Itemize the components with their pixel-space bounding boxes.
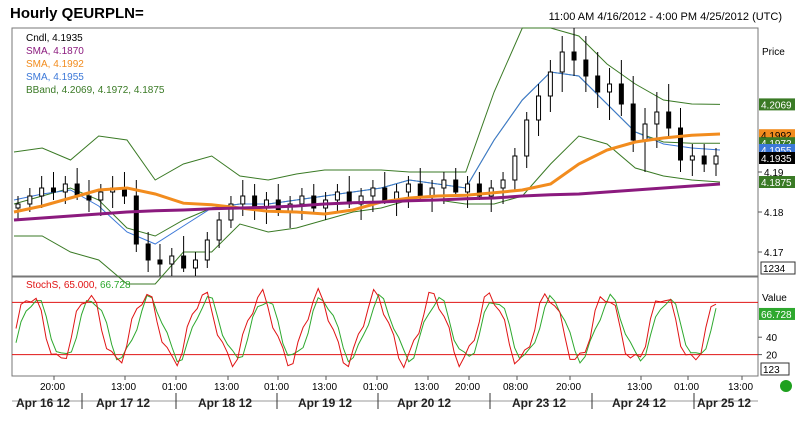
x-time-label: 13:00 <box>414 382 439 393</box>
date-range: 11:00 AM 4/16/2012 - 4:00 PM 4/25/2012 (… <box>548 11 782 23</box>
candle-body <box>62 183 68 193</box>
stoch-legend-part: 65.000, <box>64 280 100 291</box>
candle-body <box>405 183 411 193</box>
candle-body <box>204 239 210 261</box>
x-time-label: 01:00 <box>674 382 699 393</box>
x-time-label: 08:00 <box>503 382 528 393</box>
x-time-label: 20:00 <box>556 382 581 393</box>
chart-title: Hourly QEURPLN= <box>10 5 144 22</box>
candle-body <box>618 83 624 105</box>
price-badge: 4.1875 <box>759 176 795 189</box>
candle-body <box>334 191 340 201</box>
x-date-label: Apr 16 12 <box>16 396 70 410</box>
x-date-label: Apr 24 12 <box>612 396 666 410</box>
stoch-legend: StochS, 65.000, 66.728 <box>26 280 131 291</box>
x-time-label: 13:00 <box>214 382 239 393</box>
stoch-legend-part: 66.728 <box>100 280 131 291</box>
bband-lower-line <box>14 135 721 285</box>
candle-body <box>524 119 530 157</box>
stoch-value-badge: 66.728 <box>761 310 792 321</box>
candle-body <box>500 179 506 189</box>
candle-body <box>441 179 447 189</box>
x-date-label: Apr 18 12 <box>198 396 252 410</box>
x-date-label: Apr 17 12 <box>96 396 150 410</box>
x-time-label: 13:00 <box>728 382 753 393</box>
candle-body <box>15 203 21 209</box>
price-axis-title: Price <box>762 47 785 58</box>
candle-body <box>583 59 589 77</box>
x-date-label: Apr 23 12 <box>512 396 566 410</box>
sma-blue-line <box>13 71 721 245</box>
price-legend: Cndl, 4.1935 SMA, 4.1870 SMA, 4.1992 SMA, 4… <box>26 32 164 97</box>
candle-body <box>678 127 684 161</box>
x-date-label: Apr 25 12 <box>697 396 751 410</box>
stoch-k-line <box>15 287 717 369</box>
price-legend-item: SMA, 4.1870 <box>26 46 84 57</box>
x-time-label: 01:00 <box>363 382 388 393</box>
price-corner-label: 1234 <box>763 264 786 275</box>
candle-body <box>465 183 471 193</box>
candle-body <box>157 259 163 265</box>
x-date-label: Apr 19 12 <box>298 396 352 410</box>
candle-body <box>654 111 660 125</box>
candle-body <box>299 195 305 205</box>
candle-body <box>642 123 648 141</box>
candle-body <box>417 183 423 197</box>
candle-body <box>607 83 613 93</box>
candle-body <box>571 51 577 61</box>
candle-body <box>181 255 187 269</box>
price-badge-text: 4.1935 <box>761 154 792 165</box>
candle-body <box>27 195 33 205</box>
candle-body <box>216 219 222 241</box>
candle-body <box>382 187 388 201</box>
price-legend-item: SMA, 4.1992 <box>26 59 84 70</box>
price-legend-item: SMA, 4.1955 <box>26 72 84 83</box>
candle-body <box>713 155 719 165</box>
candle-body <box>536 95 542 121</box>
candle-body <box>169 255 175 265</box>
stoch-axis-title: Value <box>762 293 787 304</box>
candle-body <box>701 155 707 165</box>
price-legend-item: BBand, 4.2069, 4.1972, 4.1875 <box>26 85 165 96</box>
candle-body <box>240 195 246 205</box>
candle-body <box>370 187 376 197</box>
x-time-label: 01:00 <box>264 382 289 393</box>
candle-body <box>547 71 553 97</box>
stoch-corner-label: 123 <box>763 365 780 376</box>
price-legend-item: Cndl, 4.1935 <box>26 33 83 44</box>
candle-body <box>192 259 198 269</box>
stoch-panel-frame <box>11 276 759 377</box>
candle-body <box>630 103 636 141</box>
price-badge: 4.2069 <box>759 98 795 111</box>
candle-body <box>98 191 104 201</box>
x-time-label: 13:00 <box>627 382 652 393</box>
candle-body <box>666 111 672 129</box>
price-tick-label: 4.18 <box>764 208 784 219</box>
candle-body <box>689 155 695 161</box>
candle-body <box>453 179 459 193</box>
candle-body <box>39 187 45 197</box>
stoch-tick-label: 40 <box>766 333 778 344</box>
stoch-legend-part: StochS, <box>26 280 64 291</box>
stoch-tick-label: 20 <box>766 351 778 362</box>
x-time-label: 01:00 <box>162 382 187 393</box>
stoch-d-line <box>15 293 717 364</box>
candle-body <box>86 195 92 201</box>
candle-body <box>133 195 139 245</box>
x-time-label: 13:00 <box>312 382 337 393</box>
price-badge-text: 4.1875 <box>761 178 792 189</box>
price-badge: 4.1935 <box>759 152 795 165</box>
candle-body <box>559 51 565 73</box>
candle-body <box>145 243 151 261</box>
x-time-label: 13:00 <box>111 382 136 393</box>
candle-body <box>595 75 601 93</box>
candle-body <box>512 155 518 181</box>
price-tick-label: 4.17 <box>764 248 784 259</box>
x-time-label: 20:00 <box>455 382 480 393</box>
price-badge-text: 4.2069 <box>761 100 792 111</box>
x-time-label: 20:00 <box>40 382 65 393</box>
x-date-label: Apr 20 12 <box>397 396 451 410</box>
candle-body <box>50 187 56 193</box>
status-indicator[interactable] <box>780 380 792 392</box>
